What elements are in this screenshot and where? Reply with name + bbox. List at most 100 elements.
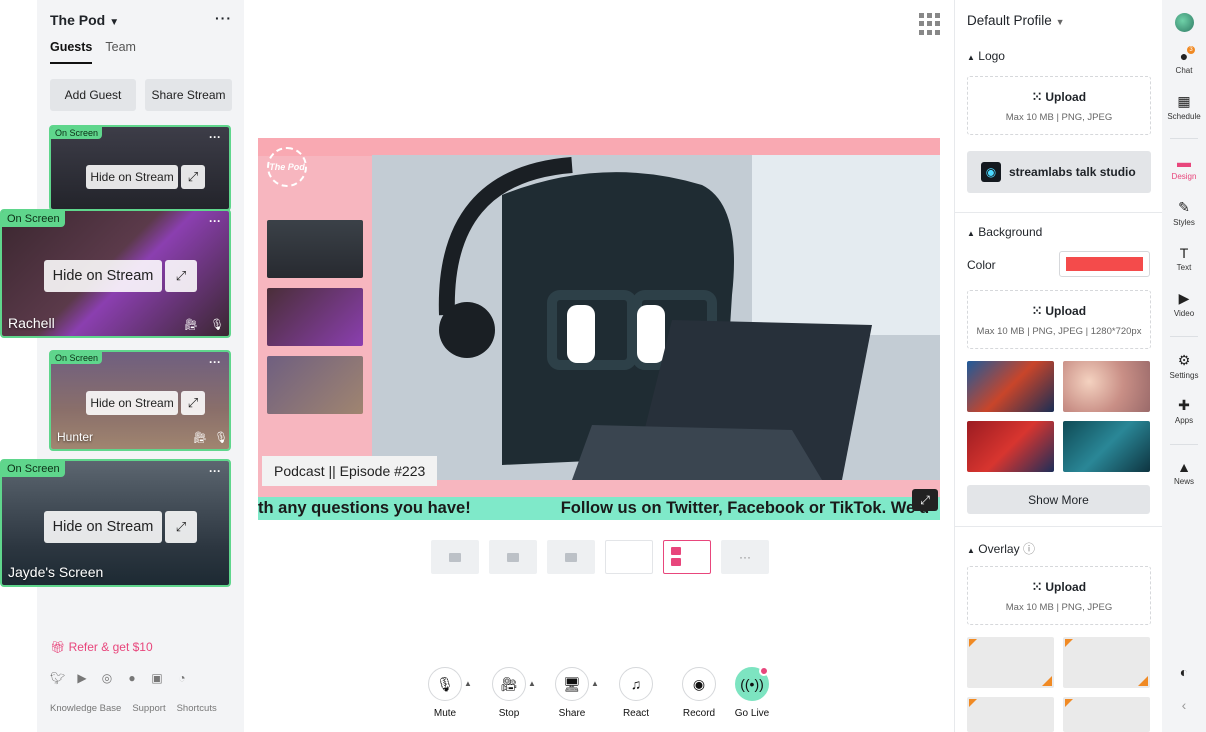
background-thumbnail[interactable] [967, 361, 1054, 412]
guest-card[interactable]: On Screen ··· Hide on Stream ⤢ [49, 125, 231, 211]
mute-control[interactable]: 🎙︎ ▲ Mute [420, 667, 472, 719]
overlay-thumbnail[interactable] [1063, 697, 1150, 732]
layout-option[interactable] [547, 540, 595, 574]
camera-icon[interactable]: 🎥︎ [492, 667, 526, 701]
info-icon[interactable]: ⓘ [1023, 542, 1035, 556]
hide-on-stream-button[interactable]: Hide on Stream [86, 165, 178, 189]
tab-guests[interactable]: Guests [50, 40, 93, 64]
caret-up-icon: ▲ [967, 229, 975, 238]
ticker-text-1: th any questions you have! [258, 499, 471, 517]
hide-on-stream-button[interactable]: Hide on Stream [44, 511, 162, 543]
nav-styles[interactable]: ✎ Styles [1162, 199, 1206, 227]
avatar[interactable] [1175, 13, 1194, 32]
pod-selector[interactable]: The Pod ▼ [50, 12, 119, 28]
share-stream-button[interactable]: Share Stream [145, 79, 232, 111]
profile-selector[interactable]: Default Profile ▼ [967, 13, 1064, 28]
twitter-icon[interactable]: 🐦︎ [50, 671, 65, 685]
chat-badge: 3 [1187, 46, 1195, 54]
layout-option[interactable] [489, 540, 537, 574]
upload-icon: ⁙ [1031, 580, 1046, 594]
react-label: React [622, 708, 650, 719]
logo-section-toggle[interactable]: ▲ Logo [967, 49, 1005, 63]
react-control[interactable]: ♫ React [611, 667, 661, 719]
expand-icon[interactable]: ⤢ [181, 391, 205, 415]
record-icon[interactable]: ◉ [682, 667, 716, 701]
tab-team[interactable]: Team [105, 40, 136, 64]
on-screen-badge: On Screen [2, 461, 65, 477]
facebook-icon[interactable]: ● [125, 671, 139, 685]
hide-on-stream-button[interactable]: Hide on Stream [86, 391, 178, 415]
background-section-toggle[interactable]: ▲ Background [967, 225, 1042, 239]
youtube-icon[interactable]: ▶ [75, 671, 89, 685]
record-control[interactable]: ◉ Record [674, 667, 724, 719]
expand-icon[interactable]: ⤢ [165, 511, 197, 543]
overlay-upload[interactable]: ⁙ Upload Max 10 MB | PNG, JPEG [967, 566, 1151, 625]
background-thumbnail[interactable] [967, 421, 1054, 472]
caret-up-icon[interactable]: ▲ [464, 679, 472, 688]
theme-toggle[interactable]: ◐ [1162, 664, 1206, 682]
background-upload[interactable]: ⁙ Upload Max 10 MB | PNG, JPEG | 1280*72… [967, 290, 1151, 349]
nav-video[interactable]: ▶ Video [1162, 290, 1206, 318]
layout-option[interactable] [431, 540, 479, 574]
overlay-section-toggle[interactable]: ▲ Overlay ⓘ [967, 540, 1035, 557]
expand-icon[interactable]: ⤢ [165, 260, 197, 292]
grid-icon[interactable] [919, 13, 941, 35]
nav-design[interactable]: ▬ Design [1162, 154, 1206, 181]
overlay-thumbnail[interactable] [1063, 637, 1150, 688]
layout-option-selected[interactable] [663, 540, 711, 574]
background-color-picker[interactable] [1059, 251, 1150, 277]
more-icon[interactable]: ··· [209, 355, 221, 369]
support-link[interactable]: Support [132, 703, 165, 714]
monitor-icon[interactable]: 🖥︎ [555, 667, 589, 701]
upload-label: Upload [1045, 580, 1087, 594]
ticker-banner: th any questions you have! Follow us on T… [258, 497, 940, 520]
guest-card[interactable]: On Screen ··· Hide on Stream ⤢ Rachell 🎥… [0, 209, 231, 338]
caret-up-icon[interactable]: ▲ [528, 679, 536, 688]
background-thumbnail[interactable] [1063, 361, 1150, 412]
hide-on-stream-button[interactable]: Hide on Stream [44, 260, 162, 292]
guest-card[interactable]: On Screen ··· Hide on Stream ⤢ Jayde's S… [0, 459, 231, 587]
more-icon[interactable]: ··· [215, 10, 232, 26]
overlay-thumbnail[interactable] [967, 697, 1054, 732]
refer-link[interactable]: 🎁︎ Refer & get $10 [50, 640, 153, 654]
background-thumbnail[interactable] [1063, 421, 1150, 472]
logo-option[interactable]: ◉ streamlabs talk studio [967, 151, 1151, 193]
collapse-button[interactable]: ‹ [1162, 697, 1206, 715]
music-note-icon[interactable]: ♫ [619, 667, 653, 701]
caret-up-icon[interactable]: ▲ [591, 679, 599, 688]
layout-option[interactable] [605, 540, 653, 574]
nav-apps-label: Apps [1174, 416, 1194, 425]
nav-text[interactable]: T Text [1162, 245, 1206, 272]
discord-icon[interactable]: ◔ [175, 671, 189, 685]
nav-schedule[interactable]: ▦ Schedule [1162, 93, 1206, 121]
upload-hint: Max 10 MB | PNG, JPEG [1005, 602, 1113, 613]
share-control[interactable]: 🖥︎ ▲ Share [547, 667, 599, 719]
knowledge-base-link[interactable]: Knowledge Base [50, 703, 121, 714]
go-live-control[interactable]: ((•)) Go Live [727, 666, 777, 719]
logo-upload[interactable]: ⁙ Upload Max 10 MB | PNG, JPEG [967, 76, 1151, 135]
linkedin-icon[interactable]: ▣ [150, 671, 164, 685]
expand-icon[interactable]: ⤢ [181, 165, 205, 189]
fullscreen-icon[interactable]: ⤢ [912, 489, 938, 511]
more-icon[interactable]: ··· [209, 464, 221, 478]
guest-card[interactable]: On Screen ··· Hide on Stream ⤢ Hunter 🎥︎… [49, 350, 231, 451]
stop-camera-control[interactable]: 🎥︎ ▲ Stop [484, 667, 536, 719]
nav-apps[interactable]: ✚ Apps [1162, 397, 1206, 425]
microphone-icon[interactable]: 🎙︎ [428, 667, 462, 701]
nav-news[interactable]: ▲ News [1162, 459, 1206, 486]
overlay-thumbnail[interactable] [967, 637, 1054, 688]
show-more-button[interactable]: Show More [967, 485, 1150, 514]
nav-settings[interactable]: ⚙ Settings [1162, 352, 1206, 380]
nav-schedule-label: Schedule [1167, 112, 1201, 121]
more-layouts-icon[interactable]: ··· [721, 540, 769, 574]
nav-chat[interactable]: ● Chat [1162, 48, 1206, 75]
puzzle-icon: ✚ [1178, 397, 1190, 413]
add-guest-button[interactable]: Add Guest [50, 79, 136, 111]
shortcuts-link[interactable]: Shortcuts [177, 703, 217, 714]
bell-icon: ▲ [1177, 459, 1191, 475]
guest-name: Jayde's Screen [8, 564, 104, 580]
more-icon[interactable]: ··· [209, 130, 221, 144]
more-icon[interactable]: ··· [209, 214, 221, 228]
upload-label: Upload [1045, 304, 1087, 318]
instagram-icon[interactable]: ◎ [100, 671, 114, 685]
